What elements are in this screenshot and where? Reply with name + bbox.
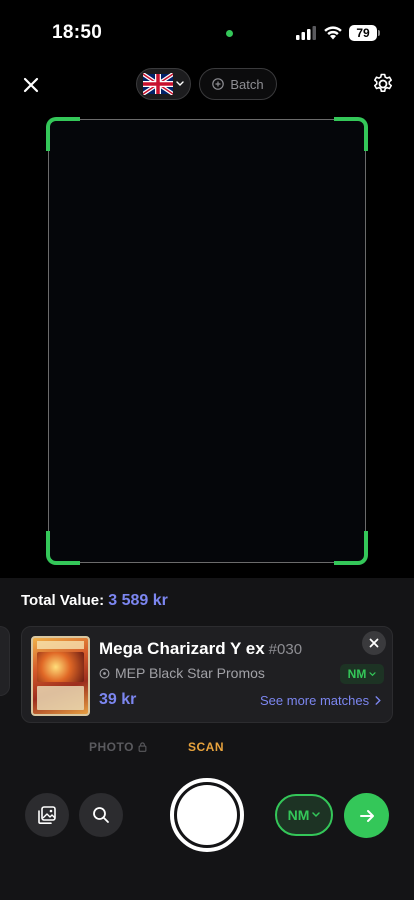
card-name-row: Mega Charizard Y ex #030 <box>99 639 302 659</box>
chevron-down-icon <box>312 812 321 818</box>
card-price: 39 kr <box>99 691 137 708</box>
condition-label: NM <box>287 807 310 823</box>
scan-viewfinder <box>46 117 368 565</box>
see-more-label: See more matches <box>260 693 370 708</box>
status-bar: 18:50 79 <box>0 0 414 56</box>
total-value: 3 589 kr <box>108 592 168 609</box>
arrow-right-icon <box>359 809 374 822</box>
total-value-row: Total Value: 3 589 kr <box>21 592 168 610</box>
uk-flag-icon <box>143 73 173 95</box>
condition-selector[interactable]: NM <box>275 794 333 836</box>
mode-tabs: PHOTO SCAN <box>0 740 414 760</box>
card-set-row: MEP Black Star Promos <box>99 665 265 681</box>
close-icon <box>23 77 39 93</box>
bottom-panel: Total Value: 3 589 kr Mega Charizard Y e… <box>0 578 414 900</box>
batch-label: Batch <box>230 76 264 92</box>
batch-button[interactable]: Batch <box>199 68 277 100</box>
card-number: #030 <box>268 641 303 658</box>
tab-scan[interactable]: SCAN <box>188 740 224 754</box>
card-condition-dropdown[interactable]: NM <box>340 664 384 684</box>
viewfinder-corner-top-right <box>334 117 368 151</box>
viewfinder-corner-bottom-right <box>334 531 368 565</box>
scan-result-card[interactable]: Mega Charizard Y ex #030 MEP Black Star P… <box>21 626 393 723</box>
card-thumbnail <box>31 636 90 716</box>
battery-level: 79 <box>356 26 370 40</box>
camera-in-use-indicator <box>226 30 233 37</box>
chevron-down-icon <box>176 81 184 86</box>
see-more-matches-link[interactable]: See more matches <box>260 693 381 708</box>
previous-card-peek[interactable] <box>0 626 10 696</box>
shutter-inner <box>177 785 237 845</box>
chevron-right-icon <box>375 696 381 705</box>
set-symbol-icon <box>99 668 110 678</box>
total-label: Total Value: <box>21 592 105 609</box>
shutter-button[interactable] <box>170 778 244 852</box>
viewfinder-corner-bottom-left <box>46 531 80 565</box>
plus-circle-icon <box>212 78 225 90</box>
tab-photo-label: PHOTO <box>89 740 134 754</box>
chevron-down-icon <box>369 671 376 676</box>
card-set: MEP Black Star Promos <box>115 665 265 681</box>
battery-nub <box>378 30 380 36</box>
dismiss-card-button[interactable] <box>362 631 386 655</box>
card-name: Mega Charizard Y ex <box>99 639 265 658</box>
card-condition: NM <box>347 667 367 681</box>
close-button[interactable] <box>18 72 44 98</box>
next-button[interactable] <box>344 793 389 838</box>
lock-icon <box>138 742 147 752</box>
gallery-icon <box>38 806 56 824</box>
wifi-icon <box>324 26 342 40</box>
search-icon <box>93 807 109 823</box>
tab-photo[interactable]: PHOTO <box>89 740 147 754</box>
status-time: 18:50 <box>52 22 103 43</box>
viewfinder-corner-top-left <box>46 117 80 151</box>
close-icon <box>369 638 379 648</box>
signal-icon <box>296 26 316 40</box>
gear-icon[interactable] <box>371 72 395 96</box>
search-button[interactable] <box>79 793 123 837</box>
language-selector[interactable] <box>136 68 191 100</box>
gallery-button[interactable] <box>25 793 69 837</box>
battery-icon: 79 <box>349 25 377 41</box>
